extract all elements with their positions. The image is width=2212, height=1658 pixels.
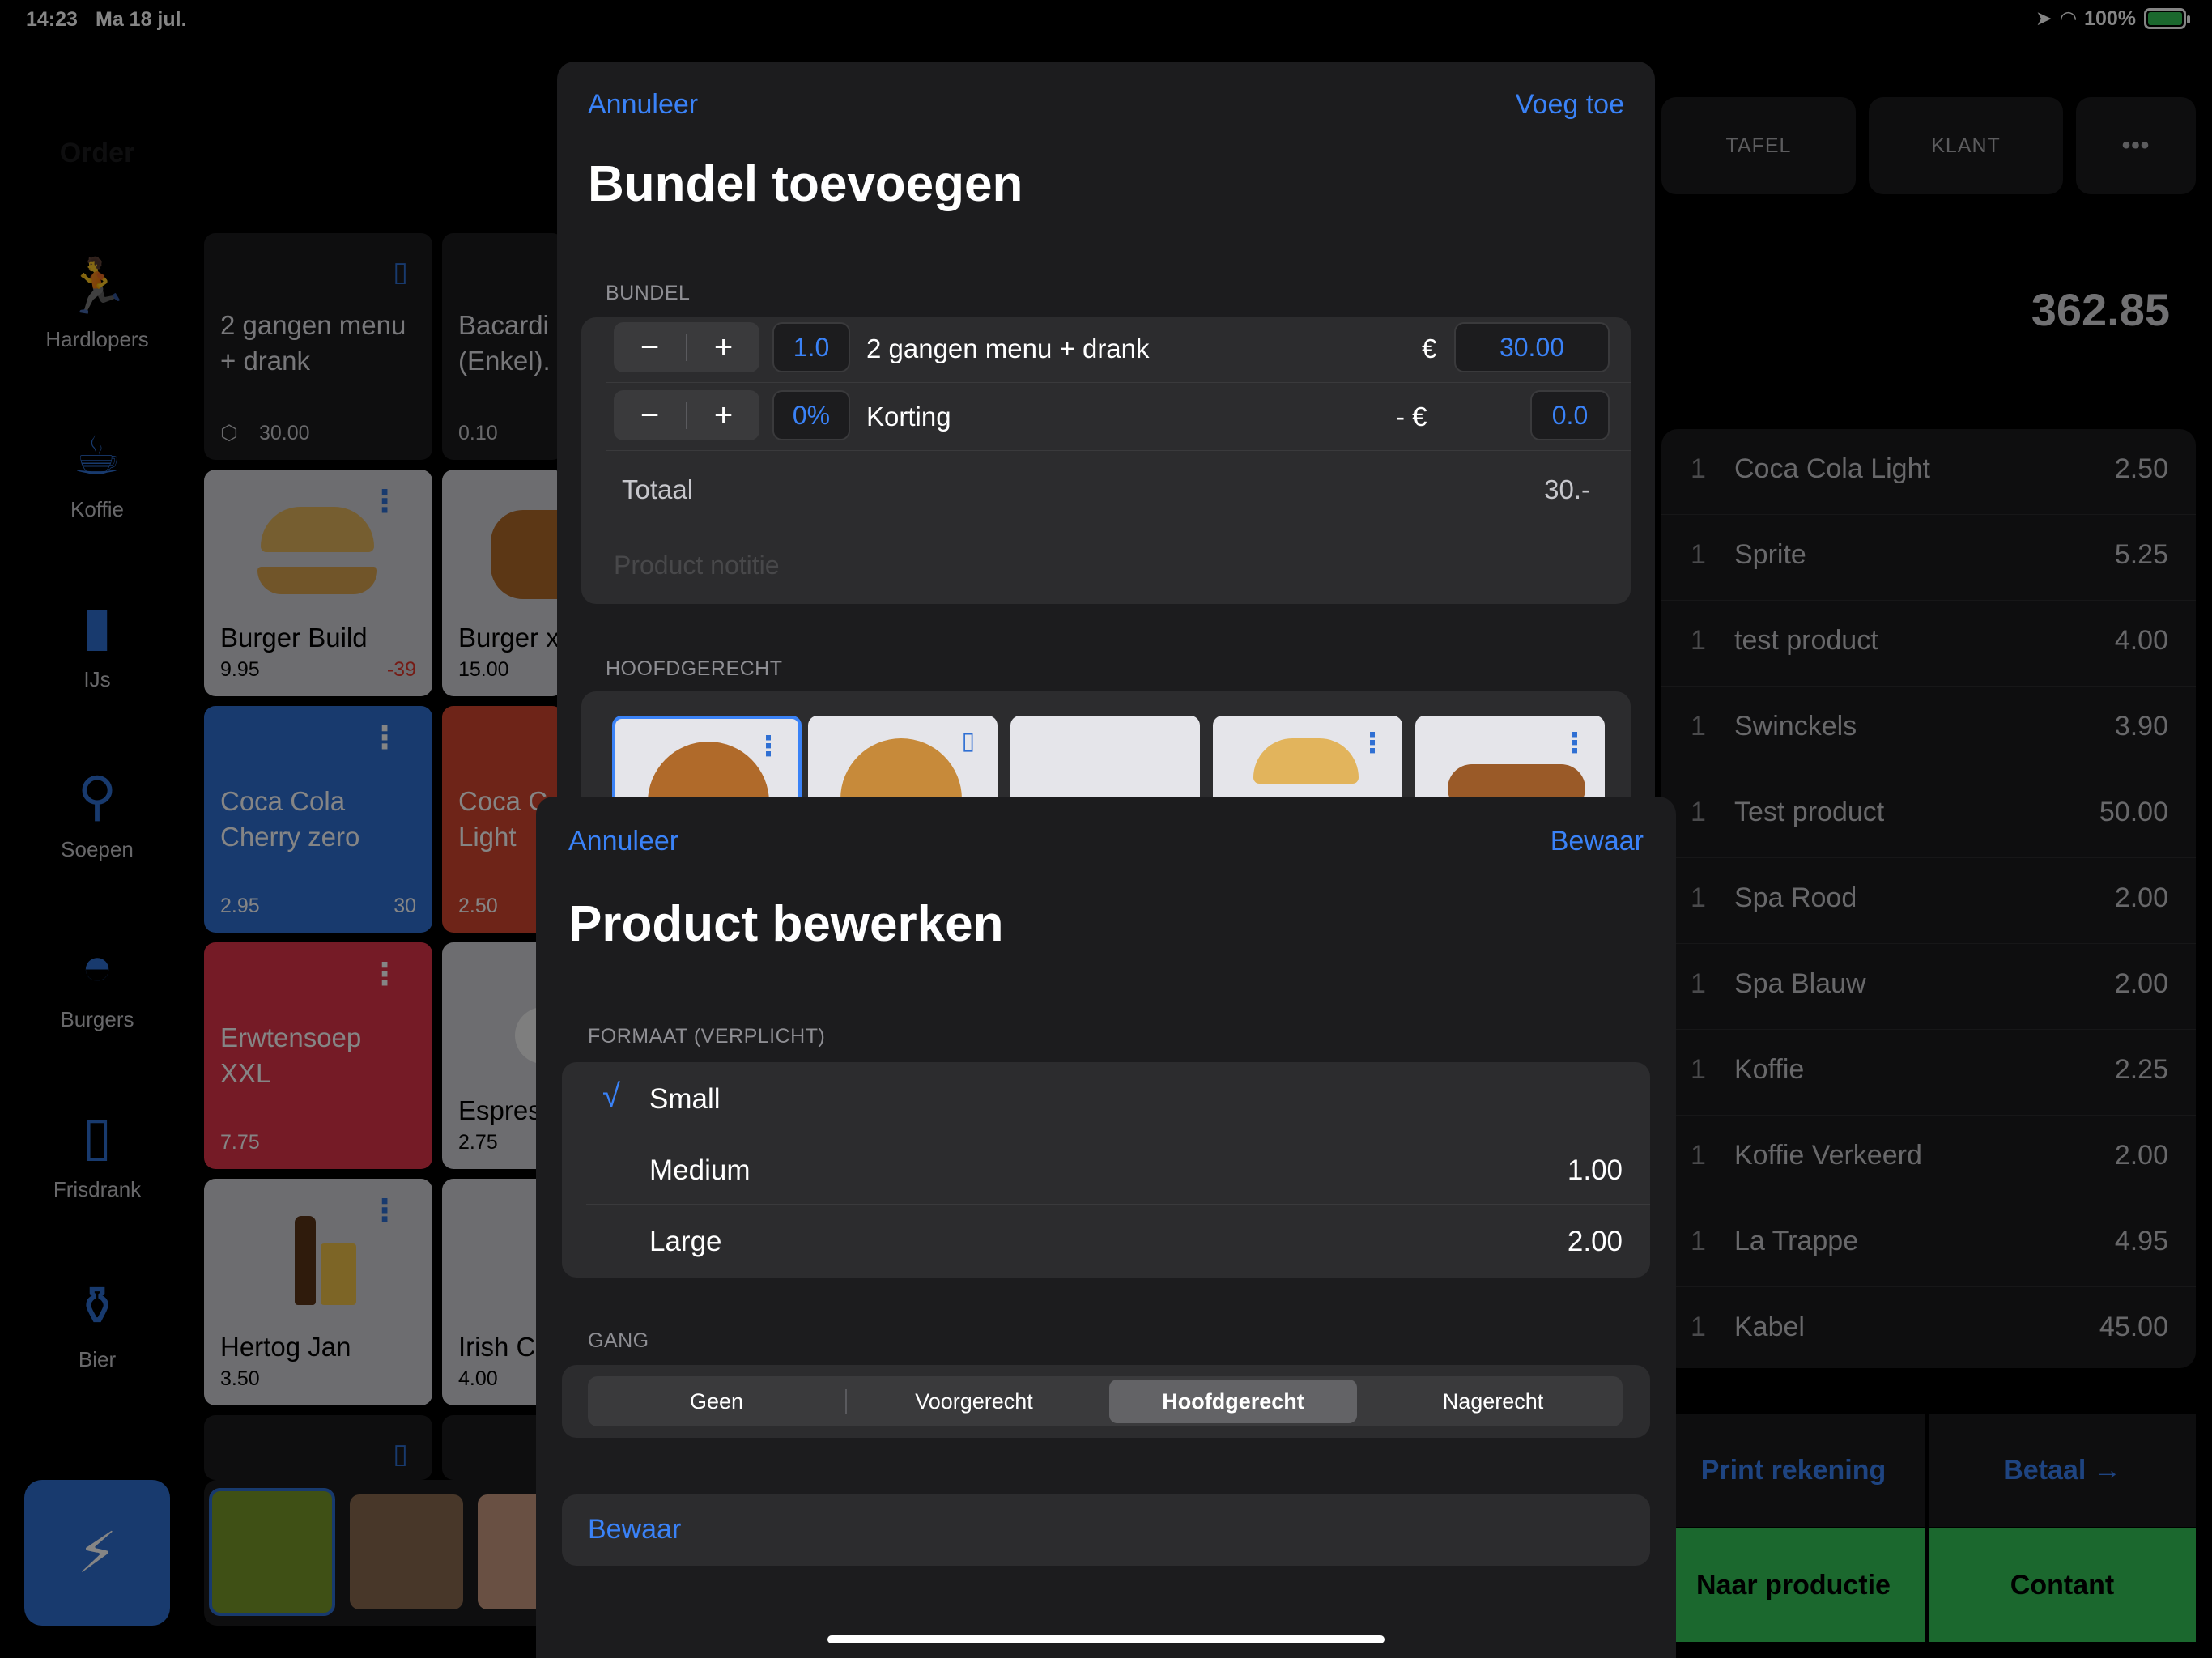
more-options-icon: ⋮	[1359, 728, 1386, 759]
option-price: 1.00	[1567, 1154, 1623, 1186]
burger-image	[648, 742, 769, 801]
option-medium[interactable]: Medium 1.00	[562, 1133, 1650, 1205]
more-options-icon: ⋮	[1561, 728, 1589, 759]
edit-product-sheet: Annuleer Bewaar Product bewerken FORMAAT…	[536, 797, 1676, 1658]
checkmark-icon: √	[602, 1078, 620, 1114]
total-value: 30.-	[1544, 474, 1590, 504]
sheet-title: Product bewerken	[568, 896, 1004, 952]
main-course-option[interactable]: ▯	[808, 716, 998, 805]
product-note-input[interactable]: Product notitie	[614, 551, 780, 580]
option-label: Small	[649, 1083, 721, 1115]
main-course-option[interactable]	[1010, 716, 1200, 805]
size-options: √ Small Medium 1.00 Large 2.00	[562, 1062, 1650, 1278]
currency-symbol: €	[1422, 334, 1437, 363]
discount-stepper[interactable]: − +	[614, 390, 759, 440]
save-row[interactable]: Bewaar	[562, 1494, 1650, 1566]
segment-voorgerecht[interactable]: Voorgerecht	[849, 1380, 1100, 1423]
home-indicator	[827, 1635, 1385, 1643]
item-name: 2 gangen menu + drank	[866, 334, 1150, 363]
main-course-option[interactable]: ⋮	[612, 716, 802, 805]
main-course-option[interactable]: ⋮	[1213, 716, 1402, 805]
divider	[606, 450, 1631, 451]
burger-bun-image	[1253, 738, 1359, 784]
section-label: FORMAAT (VERPLICHT)	[588, 1025, 826, 1048]
option-small[interactable]: √ Small	[562, 1062, 1650, 1133]
sheet-title: Bundel toevoegen	[588, 156, 1023, 212]
quantity-stepper[interactable]: − +	[614, 322, 759, 372]
burger-image	[840, 738, 962, 805]
section-label: GANG	[588, 1329, 649, 1352]
discount-value-field[interactable]: 0.0	[1530, 390, 1610, 440]
price-field[interactable]: 30.00	[1454, 322, 1610, 372]
divider	[606, 382, 1631, 383]
currency-symbol: - €	[1396, 402, 1427, 432]
discount-percent-field[interactable]: 0%	[772, 390, 850, 440]
section-label: BUNDEL	[606, 282, 691, 304]
add-button[interactable]: Voeg toe	[1516, 89, 1624, 121]
bundle-card: − + 1.0 2 gangen menu + drank € 30.00 − + …	[581, 317, 1631, 604]
cancel-button[interactable]: Annuleer	[568, 826, 678, 857]
no-phone-icon: ▯	[961, 728, 975, 755]
cancel-button[interactable]: Annuleer	[588, 89, 698, 121]
option-large[interactable]: Large 2.00	[562, 1205, 1650, 1276]
more-options-icon: ⋮	[755, 731, 782, 762]
plus-icon[interactable]: +	[687, 322, 759, 372]
divider	[845, 1389, 847, 1414]
segment-nagerecht[interactable]: Nagerecht	[1367, 1380, 1619, 1423]
segment-geen[interactable]: Geen	[591, 1380, 842, 1423]
minus-icon[interactable]: −	[614, 390, 686, 440]
option-label: Large	[649, 1226, 722, 1257]
main-course-option[interactable]: ⋮	[1415, 716, 1605, 805]
option-price: 2.00	[1567, 1226, 1623, 1257]
save-button[interactable]: Bewaar	[1551, 826, 1644, 857]
quantity-field[interactable]: 1.0	[772, 322, 850, 372]
minus-icon[interactable]: −	[614, 322, 686, 372]
save-button[interactable]: Bewaar	[588, 1514, 681, 1545]
section-label: HOOFDGERECHT	[606, 657, 783, 680]
plus-icon[interactable]: +	[687, 390, 759, 440]
option-label: Medium	[649, 1154, 751, 1186]
total-label: Totaal	[622, 474, 694, 504]
segment-hoofdgerecht[interactable]: Hoofdgerecht	[1109, 1380, 1357, 1423]
discount-label: Korting	[866, 402, 951, 432]
course-segmented-control: Geen Voorgerecht Hoofdgerecht Nagerecht	[588, 1376, 1623, 1426]
